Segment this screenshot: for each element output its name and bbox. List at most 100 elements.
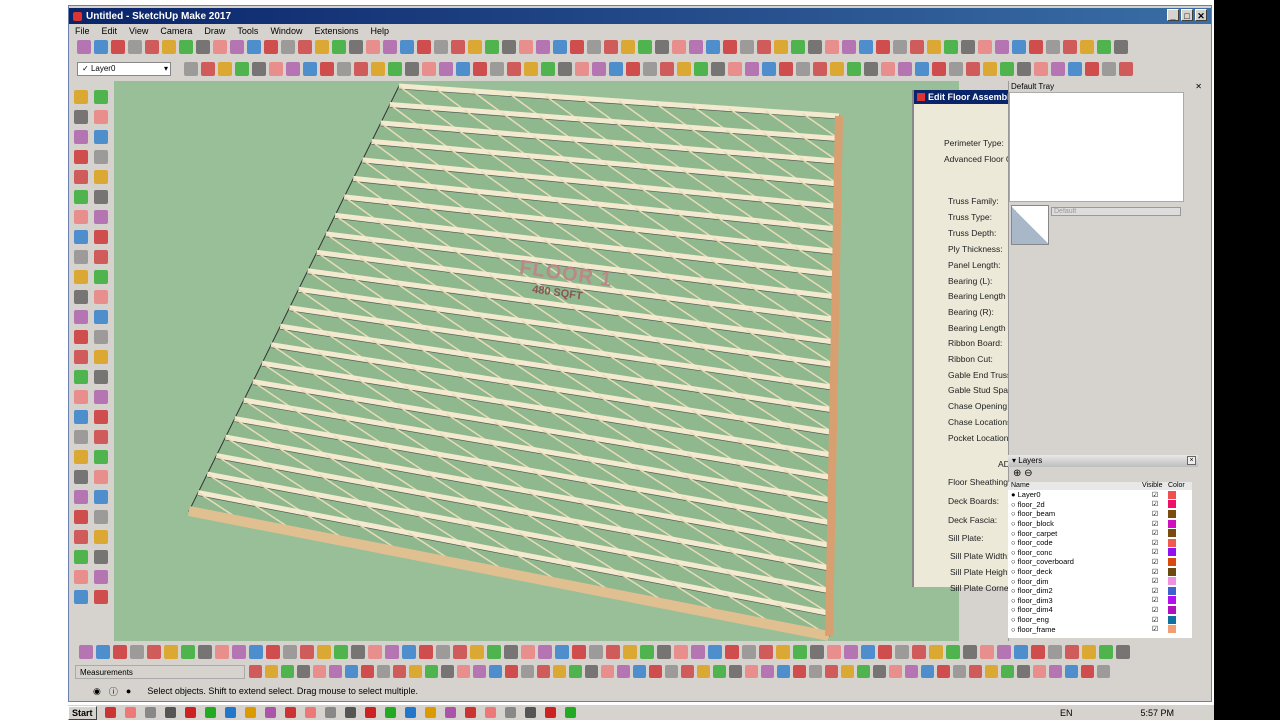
geolocation-icon[interactable]: ◉ — [93, 686, 101, 697]
layer-visible-checkbox[interactable]: ☑ — [1142, 491, 1168, 499]
bottom2-tool-icon-34[interactable] — [777, 665, 790, 678]
toolbar2-tool-icon-11[interactable] — [354, 62, 368, 76]
bottom2-tool-icon-48[interactable] — [1001, 665, 1014, 678]
layer-row[interactable]: ○ floor_beam ☑ — [1008, 509, 1192, 519]
palette-tool-icon-42[interactable] — [94, 490, 108, 504]
toolbar1-tool-icon-50[interactable] — [910, 40, 924, 54]
palette-tool-icon-23[interactable] — [74, 310, 88, 324]
toolbar1-tool-icon-2[interactable] — [94, 40, 108, 54]
toolbar1-tool-icon-1[interactable] — [77, 40, 91, 54]
taskbar-app-icon-9[interactable] — [264, 707, 276, 718]
taskbar-app-icon-1[interactable] — [104, 707, 116, 718]
bottom2-tool-icon-42[interactable] — [905, 665, 918, 678]
layer-color-swatch[interactable] — [1168, 519, 1176, 528]
toolbar1-tool-icon-22[interactable] — [434, 40, 448, 54]
palette-tool-icon-44[interactable] — [94, 510, 108, 524]
bottom2-tool-icon-46[interactable] — [969, 665, 982, 678]
toolbar2-tool-icon-9[interactable] — [320, 62, 334, 76]
menu-extensions[interactable]: Extensions — [314, 26, 358, 36]
palette-tool-icon-4[interactable] — [94, 110, 108, 124]
toolbar2-tool-icon-31[interactable] — [694, 62, 708, 76]
bottom1-tool-icon-33[interactable] — [623, 645, 637, 659]
bottom1-tool-icon-37[interactable] — [691, 645, 705, 659]
maximize-button[interactable]: □ — [1181, 9, 1193, 21]
toolbar1-tool-icon-6[interactable] — [162, 40, 176, 54]
bottom2-tool-icon-31[interactable] — [729, 665, 742, 678]
toolbar1-tool-icon-59[interactable] — [1063, 40, 1077, 54]
bottom1-tool-icon-44[interactable] — [810, 645, 824, 659]
bottom1-tool-icon-3[interactable] — [113, 645, 127, 659]
taskbar-app-icon-20[interactable] — [484, 707, 496, 718]
palette-tool-icon-37[interactable] — [74, 450, 88, 464]
palette-tool-icon-6[interactable] — [94, 130, 108, 144]
toolbar2-tool-icon-42[interactable] — [881, 62, 895, 76]
toolbar1-tool-icon-41[interactable] — [757, 40, 771, 54]
taskbar-app-icon-11[interactable] — [304, 707, 316, 718]
bottom1-tool-icon-10[interactable] — [232, 645, 246, 659]
taskbar-app-icon-16[interactable] — [404, 707, 416, 718]
layer-row[interactable]: ○ floor_carpet ☑ — [1008, 528, 1192, 538]
taskbar-app-icon-10[interactable] — [284, 707, 296, 718]
toolbar1-tool-icon-10[interactable] — [230, 40, 244, 54]
toolbar1-tool-icon-61[interactable] — [1097, 40, 1111, 54]
toolbar2-tool-icon-17[interactable] — [456, 62, 470, 76]
bottom2-tool-icon-51[interactable] — [1049, 665, 1062, 678]
palette-tool-icon-43[interactable] — [74, 510, 88, 524]
toolbar2-tool-icon-51[interactable] — [1034, 62, 1048, 76]
bottom1-tool-icon-7[interactable] — [181, 645, 195, 659]
layer-visible-checkbox[interactable]: ☑ — [1142, 596, 1168, 604]
taskbar-app-icon-6[interactable] — [204, 707, 216, 718]
palette-tool-icon-13[interactable] — [74, 210, 88, 224]
bottom2-tool-icon-38[interactable] — [841, 665, 854, 678]
toolbar1-tool-icon-3[interactable] — [111, 40, 125, 54]
toolbar1-tool-icon-36[interactable] — [672, 40, 686, 54]
toolbar1-tool-icon-58[interactable] — [1046, 40, 1060, 54]
toolbar1-tool-icon-42[interactable] — [774, 40, 788, 54]
close-button[interactable]: ✕ — [1195, 9, 1207, 21]
bottom2-tool-icon-27[interactable] — [665, 665, 678, 678]
menu-file[interactable]: File — [75, 26, 90, 36]
layer-color-swatch[interactable] — [1168, 577, 1176, 586]
toolbar1-tool-icon-9[interactable] — [213, 40, 227, 54]
bottom2-tool-icon-22[interactable] — [585, 665, 598, 678]
taskbar-app-icon-5[interactable] — [184, 707, 196, 718]
toolbar2-tool-icon-26[interactable] — [609, 62, 623, 76]
toolbar2-tool-icon-18[interactable] — [473, 62, 487, 76]
bottom1-tool-icon-4[interactable] — [130, 645, 144, 659]
toolbar1-tool-icon-11[interactable] — [247, 40, 261, 54]
layer-color-swatch[interactable] — [1168, 548, 1176, 557]
toolbar1-tool-icon-47[interactable] — [859, 40, 873, 54]
measurements-box[interactable]: Measurements — [75, 665, 245, 679]
bottom1-tool-icon-31[interactable] — [589, 645, 603, 659]
bottom1-tool-icon-18[interactable] — [368, 645, 382, 659]
toolbar1-tool-icon-32[interactable] — [604, 40, 618, 54]
bottom1-tool-icon-11[interactable] — [249, 645, 263, 659]
toolbar2-tool-icon-1[interactable] — [184, 62, 198, 76]
bottom2-tool-icon-3[interactable] — [281, 665, 294, 678]
bottom2-tool-icon-7[interactable] — [345, 665, 358, 678]
toolbar2-tool-icon-6[interactable] — [269, 62, 283, 76]
toolbar2-tool-icon-23[interactable] — [558, 62, 572, 76]
toolbar1-tool-icon-56[interactable] — [1012, 40, 1026, 54]
bottom1-tool-icon-22[interactable] — [436, 645, 450, 659]
menu-window[interactable]: Window — [270, 26, 302, 36]
toolbar2-tool-icon-50[interactable] — [1017, 62, 1031, 76]
layer-color-swatch[interactable] — [1168, 500, 1176, 509]
layer-color-swatch[interactable] — [1168, 509, 1176, 518]
bottom2-tool-icon-37[interactable] — [825, 665, 838, 678]
toolbar1-tool-icon-39[interactable] — [723, 40, 737, 54]
bottom2-tool-icon-53[interactable] — [1081, 665, 1094, 678]
toolbar2-tool-icon-34[interactable] — [745, 62, 759, 76]
start-button[interactable]: Start — [68, 705, 97, 720]
bottom1-tool-icon-56[interactable] — [1014, 645, 1028, 659]
palette-tool-icon-25[interactable] — [74, 330, 88, 344]
toolbar1-tool-icon-31[interactable] — [587, 40, 601, 54]
toolbar1-tool-icon-19[interactable] — [383, 40, 397, 54]
toolbar1-tool-icon-55[interactable] — [995, 40, 1009, 54]
palette-tool-icon-48[interactable] — [94, 550, 108, 564]
toolbar1-tool-icon-29[interactable] — [553, 40, 567, 54]
bottom2-tool-icon-10[interactable] — [393, 665, 406, 678]
add-layer-icon[interactable]: ⊕ — [1013, 468, 1021, 479]
palette-tool-icon-10[interactable] — [94, 170, 108, 184]
bottom1-tool-icon-1[interactable] — [79, 645, 93, 659]
